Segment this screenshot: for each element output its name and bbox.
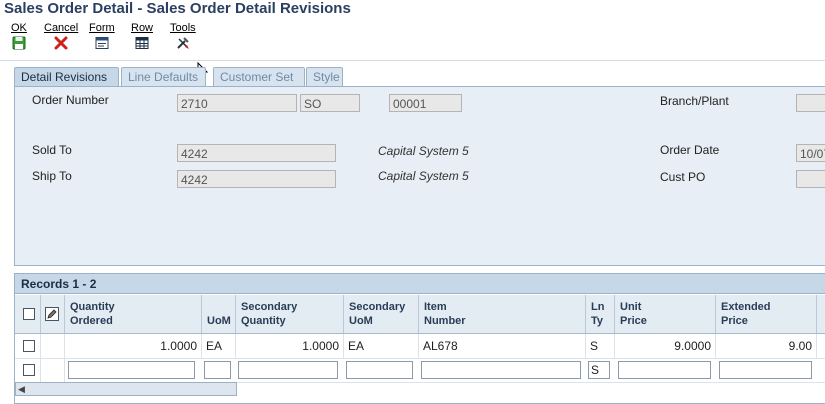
cancel-button[interactable]: Cancel xyxy=(44,22,78,50)
records-range: 1 - 2 xyxy=(72,277,97,291)
col-secondary-quantity[interactable]: Secondary Quantity xyxy=(236,295,344,333)
ship-to-name: Capital System 5 xyxy=(378,169,469,183)
cust-po-label: Cust PO xyxy=(660,170,706,184)
row-icon xyxy=(135,37,149,49)
order-number-label: Order Number xyxy=(32,93,109,107)
col-secondary-uom[interactable]: Secondary UoM xyxy=(344,295,419,333)
cell-unit-price[interactable]: 9.0000 xyxy=(615,334,716,358)
order-company-field[interactable]: 00001 xyxy=(389,94,462,112)
header-panel: Order Number 2710 SO 00001 Branch/Plant … xyxy=(14,86,825,266)
tab-style[interactable]: Style xyxy=(306,67,343,87)
form-menu-button[interactable]: Form xyxy=(89,22,115,50)
col-item-number[interactable]: Item Number xyxy=(419,295,586,333)
horizontal-scrollbar[interactable]: ◀ xyxy=(15,382,237,396)
cell-line-type[interactable]: S xyxy=(586,334,615,358)
new-secondary-quantity-input[interactable] xyxy=(238,361,338,379)
new-line-type-input[interactable]: S xyxy=(588,361,610,379)
tools-label: Tools xyxy=(170,22,196,34)
ok-button[interactable]: OK xyxy=(11,22,27,50)
col-quantity-ordered[interactable]: Quantity Ordered xyxy=(65,295,202,333)
col-unit-price[interactable]: Unit Price xyxy=(615,295,716,333)
order-date-label: Order Date xyxy=(660,143,720,157)
new-uom-input[interactable] xyxy=(204,361,231,379)
new-row-checkbox[interactable] xyxy=(23,364,35,376)
records-bar: Records 1 - 2 xyxy=(15,274,825,294)
new-item-number-input[interactable] xyxy=(421,361,581,379)
cell-uom[interactable]: EA xyxy=(202,334,236,358)
tab-detail-revisions[interactable]: Detail Revisions xyxy=(14,67,119,88)
row-checkbox[interactable] xyxy=(23,340,35,352)
cell-item-number[interactable]: AL678 xyxy=(419,334,586,358)
col-uom[interactable]: UoM xyxy=(202,295,236,333)
scroll-left-icon[interactable]: ◀ xyxy=(18,383,25,395)
new-quantity-input[interactable] xyxy=(68,361,195,379)
edit-icon xyxy=(45,307,59,321)
new-unit-price-input[interactable] xyxy=(618,361,711,379)
order-number-field[interactable]: 2710 xyxy=(177,94,297,112)
new-secondary-uom-input[interactable] xyxy=(346,361,413,379)
new-extended-price-input[interactable] xyxy=(719,361,812,379)
cell-secondary-uom[interactable]: EA xyxy=(344,334,419,358)
tools-menu-button[interactable]: Tools xyxy=(170,22,196,50)
edit-column-header xyxy=(41,295,65,333)
save-icon xyxy=(12,36,26,50)
col-line-type[interactable]: Ln Ty xyxy=(586,295,615,333)
form-icon xyxy=(95,37,109,49)
ship-to-label: Ship To xyxy=(32,169,72,183)
detail-grid: Records 1 - 2 Quantity Ordered UoM Second… xyxy=(14,273,825,404)
select-all-checkbox[interactable] xyxy=(23,308,35,320)
order-type-field[interactable]: SO xyxy=(300,94,360,112)
cell-secondary-quantity[interactable]: 1.0000 xyxy=(236,334,344,358)
sold-to-label: Sold To xyxy=(32,143,72,157)
row-label: Row xyxy=(131,22,154,34)
tools-icon xyxy=(177,37,189,49)
sold-to-field[interactable]: 4242 xyxy=(177,144,336,162)
toolbar: OK Cancel Form Row Tools xyxy=(0,20,825,80)
window-title: Sales Order Detail - Sales Order Detail … xyxy=(4,0,351,17)
cell-extended-price[interactable]: 9.00 xyxy=(716,334,817,358)
grid-header: Quantity Ordered UoM Secondary Quantity Se… xyxy=(15,295,825,334)
row-select-cell xyxy=(15,334,41,358)
cancel-icon xyxy=(54,36,68,50)
branch-plant-field[interactable] xyxy=(796,94,825,112)
sold-to-name: Capital System 5 xyxy=(378,144,469,158)
branch-plant-label: Branch/Plant xyxy=(660,94,729,108)
ship-to-field[interactable]: 4242 xyxy=(177,170,336,188)
tab-line-defaults[interactable]: Line Defaults xyxy=(121,67,206,87)
cancel-label: Cancel xyxy=(44,22,79,34)
new-row-select-cell xyxy=(15,358,41,382)
new-entry-row[interactable]: S xyxy=(15,358,825,383)
tab-customer-set[interactable]: Customer Set xyxy=(213,67,305,87)
records-label: Records xyxy=(21,277,70,291)
order-date-field[interactable]: 10/07 xyxy=(796,144,825,162)
row-menu-button[interactable]: Row xyxy=(131,22,153,50)
select-all-cell xyxy=(15,295,41,333)
form-label: Form xyxy=(89,22,115,34)
cell-quantity-ordered[interactable]: 1.0000 xyxy=(65,334,202,358)
cust-po-field[interactable] xyxy=(796,170,825,188)
new-row-edit-cell xyxy=(41,358,65,382)
col-extended-price[interactable]: Extended Price xyxy=(716,295,817,333)
row-edit-cell xyxy=(41,334,65,358)
table-row[interactable]: 1.0000 EA 1.0000 EA AL678 S 9.0000 9.00 xyxy=(15,334,825,359)
ok-label: OK xyxy=(11,22,27,34)
